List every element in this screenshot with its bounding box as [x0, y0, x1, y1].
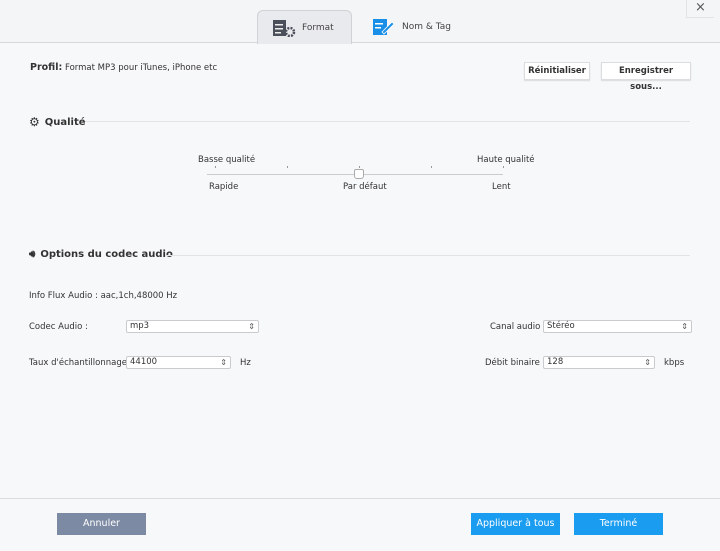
- slider-tick: [215, 166, 216, 168]
- format-settings-icon: [273, 19, 296, 37]
- chevron-updown-icon: ⇕: [220, 358, 227, 367]
- sample-rate-select[interactable]: 44100 ⇕: [126, 356, 231, 369]
- bitrate-label: Débit binaire :: [485, 358, 546, 368]
- codec-title: Options du codec audio: [40, 249, 173, 260]
- chevron-updown-icon: ⇕: [681, 322, 688, 331]
- tab-format[interactable]: Format: [257, 10, 352, 44]
- apply-all-button[interactable]: Appliquer à tous: [471, 513, 560, 535]
- reset-button[interactable]: Réinitialiser: [524, 62, 590, 80]
- gear-icon: ⚙: [29, 115, 40, 129]
- bitrate-unit: kbps: [664, 358, 685, 368]
- chevron-updown-icon: ⇕: [644, 358, 651, 367]
- bitrate-value: 128: [547, 357, 564, 367]
- slider-tick: [359, 166, 360, 168]
- done-button[interactable]: Terminé: [574, 513, 663, 535]
- slider-tick: [287, 166, 288, 168]
- divider: [85, 121, 690, 122]
- tab-nom-tag[interactable]: Nom & Tag: [358, 10, 465, 44]
- channel-select[interactable]: Stéréo ⇕: [543, 320, 692, 333]
- sample-rate-value: 44100: [130, 357, 158, 367]
- close-icon[interactable]: ×: [686, 0, 714, 18]
- speaker-icon: 🔊︎: [29, 249, 36, 260]
- codec-value: mp3: [130, 321, 150, 331]
- slider-tick: [503, 166, 504, 168]
- codec-label: Codec Audio :: [29, 322, 88, 332]
- quality-section-title: ⚙ Qualité: [29, 115, 86, 129]
- quality-title: Qualité: [44, 116, 86, 128]
- codec-select[interactable]: mp3 ⇕: [126, 320, 259, 333]
- slow-label: Lent: [492, 182, 511, 192]
- profile-value: Format MP3 pour iTunes, iPhone etc: [65, 63, 218, 73]
- tab-format-label: Format: [302, 22, 334, 33]
- profile-label: Profil:: [30, 62, 63, 73]
- slider-tick: [431, 166, 432, 168]
- chevron-updown-icon: ⇕: [248, 322, 255, 331]
- sample-rate-unit: Hz: [240, 358, 251, 368]
- fast-label: Rapide: [209, 182, 239, 192]
- high-quality-label: Haute qualité: [477, 155, 535, 165]
- sample-rate-label: Taux d'échantillonnage :: [29, 358, 133, 368]
- bitrate-select[interactable]: 128 ⇕: [543, 356, 655, 369]
- quality-slider-thumb[interactable]: [354, 169, 364, 179]
- stream-info: Info Flux Audio : aac,1ch,48000 Hz: [29, 291, 178, 301]
- cancel-button[interactable]: Annuler: [57, 513, 146, 535]
- codec-section-title: 🔊︎ Options du codec audio: [29, 249, 173, 260]
- save-as-button[interactable]: Enregistrer sous...: [601, 62, 691, 92]
- tab-nom-tag-label: Nom & Tag: [402, 22, 451, 32]
- edit-tag-icon: [373, 19, 395, 35]
- channel-label: Canal audio :: [490, 322, 546, 332]
- channel-value: Stéréo: [547, 321, 575, 331]
- divider: [165, 255, 690, 256]
- default-label: Par défaut: [343, 182, 387, 192]
- low-quality-label: Basse qualité: [198, 155, 256, 165]
